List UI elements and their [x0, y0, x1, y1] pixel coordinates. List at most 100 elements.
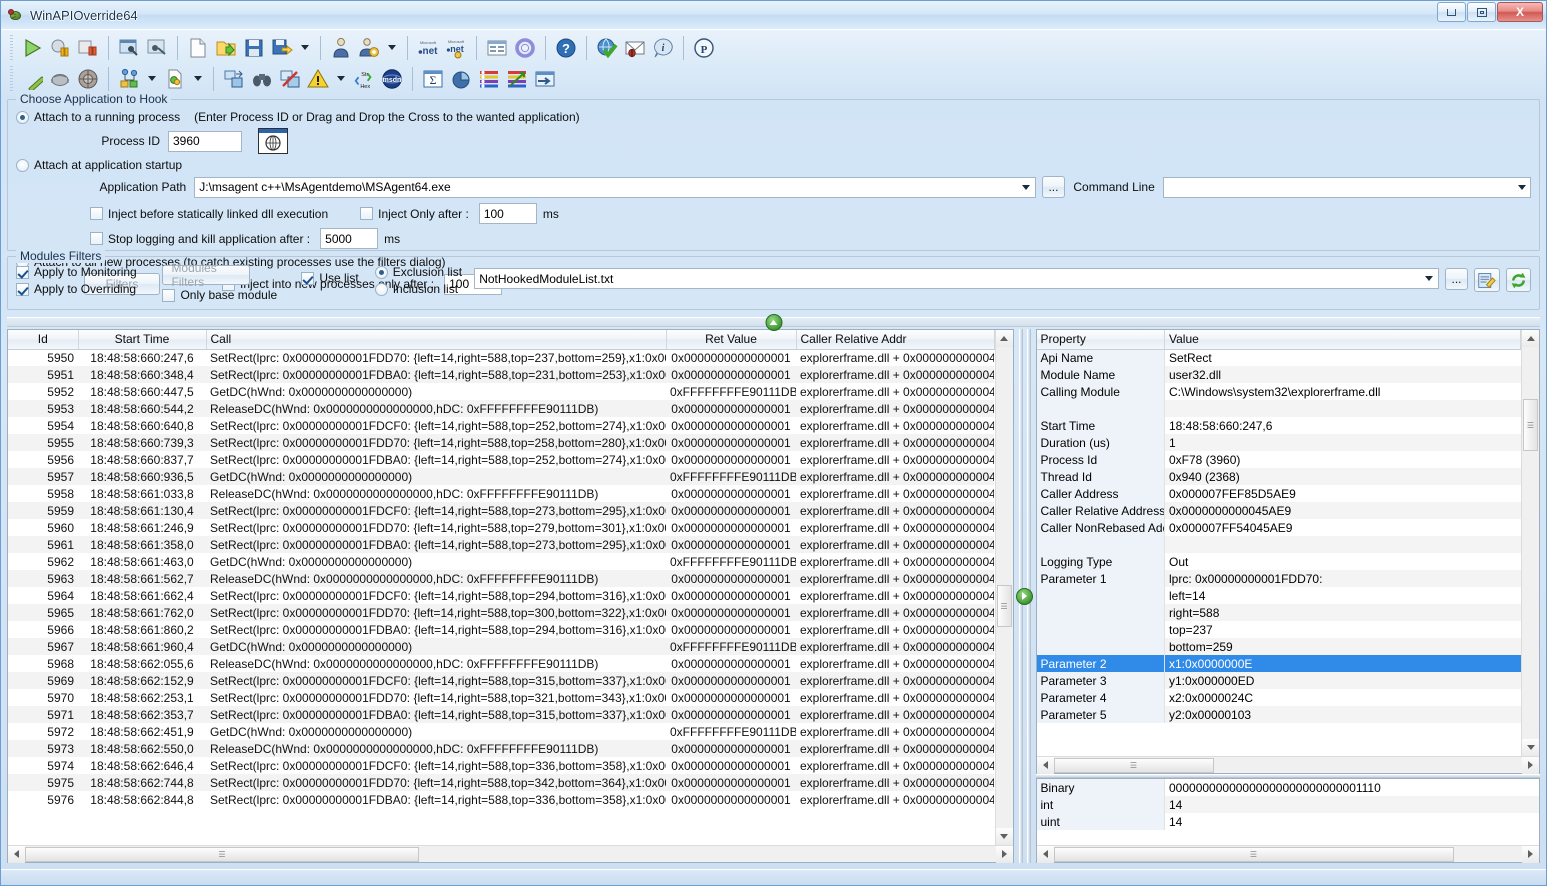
warning-icon[interactable] [304, 65, 332, 93]
property-row[interactable]: left=14 [1037, 587, 1521, 604]
help-icon[interactable]: ? [552, 34, 580, 62]
application-path-dropdown-icon[interactable] [1018, 178, 1035, 197]
property-row[interactable]: Parameter 3y1:0x000000ED [1037, 672, 1521, 689]
command-line-dropdown-icon[interactable] [1513, 178, 1530, 197]
exclusion-list-radio[interactable] [375, 266, 388, 279]
scroll-thumb-horizontal[interactable]: ☰ [25, 847, 419, 862]
chip-icon[interactable] [46, 65, 74, 93]
module-list-dropdown-icon[interactable] [1421, 269, 1438, 288]
table-row[interactable]: 597418:48:58:662:646,4SetRect(lprc: 0x00… [8, 757, 994, 774]
column-header-start-time[interactable]: Start Time [78, 330, 206, 349]
table-row[interactable]: 595318:48:58:660:544,2ReleaseDC(hWnd: 0x… [8, 400, 994, 417]
value-decode-horizontal-scrollbar[interactable]: ☰ [1037, 845, 1540, 862]
column-header-ret-value[interactable]: Ret Value [666, 330, 796, 349]
minimize-button[interactable] [1437, 2, 1466, 22]
table-row[interactable]: 597318:48:58:662:550,0ReleaseDC(hWnd: 0x… [8, 740, 994, 757]
sort-rows-icon[interactable] [503, 65, 531, 93]
property-row[interactable]: Parameter 5y2:0x00000103 [1037, 706, 1521, 723]
script-file-icon[interactable] [161, 65, 189, 93]
property-row[interactable]: Parameter 1lprc: 0x00000000001FDD70: [1037, 570, 1521, 587]
monitor-pause-icon[interactable] [46, 34, 74, 62]
save-icon[interactable] [240, 34, 268, 62]
only-base-module-checkbox[interactable] [162, 289, 175, 302]
property-scroll-track-horizontal[interactable]: ☰ [1054, 757, 1523, 774]
module-list-file-combo[interactable]: NotHookedModuleList.txt [474, 268, 1439, 289]
apply-overriding-checkbox[interactable] [16, 283, 29, 296]
unhook-api-icon[interactable] [143, 34, 171, 62]
property-row[interactable]: Api NameSetRect [1037, 349, 1521, 366]
table-row[interactable]: 596518:48:58:661:762,0SetRect(lprc: 0x00… [8, 604, 994, 621]
toolbar-grip[interactable] [8, 66, 15, 92]
scroll-left-button[interactable] [8, 846, 25, 863]
process-tree-icon[interactable] [115, 65, 143, 93]
table-row[interactable]: 595418:48:58:660:640,8SetRect(lprc: 0x00… [8, 417, 994, 434]
property-scroll-right-button[interactable] [1522, 757, 1539, 774]
scroll-down-button[interactable] [996, 828, 1013, 845]
collapse-settings-button[interactable] [765, 314, 782, 331]
new-file-icon[interactable] [184, 34, 212, 62]
process-id-input[interactable]: 3960 [168, 131, 242, 152]
property-scroll-thumb-horizontal[interactable]: ☰ [1054, 758, 1214, 773]
table-row[interactable]: 596318:48:58:661:562,7ReleaseDC(hWnd: 0x… [8, 570, 994, 587]
crosshair-target-icon[interactable] [258, 128, 288, 154]
column-header-property[interactable]: Property [1037, 330, 1165, 349]
table-row[interactable]: 596918:48:58:662:152,9SetRect(lprc: 0x00… [8, 672, 994, 689]
inclusion-list-radio[interactable] [375, 283, 388, 296]
table-row[interactable]: 597518:48:58:662:744,8SetRect(lprc: 0x00… [8, 774, 994, 791]
scroll-thumb-vertical[interactable]: ☰ [997, 585, 1012, 627]
run-icon[interactable] [18, 34, 46, 62]
table-row[interactable]: 596818:48:58:662:055,6ReleaseDC(hWnd: 0x… [8, 655, 994, 672]
value-decode-row[interactable]: Binary00000000000000000000000000001110 [1037, 779, 1540, 796]
toolbar-grip[interactable] [8, 35, 15, 61]
stop-monitor-icon[interactable] [74, 34, 102, 62]
diff-icon[interactable] [276, 65, 304, 93]
collapse-details-button[interactable] [1016, 588, 1033, 605]
warning-dropdown-icon[interactable] [332, 65, 350, 93]
stop-logging-checkbox[interactable] [90, 232, 103, 245]
table-row[interactable]: 595918:48:58:661:130,4SetRect(lprc: 0x00… [8, 502, 994, 519]
property-scroll-thumb[interactable]: ☰ [1523, 399, 1538, 451]
process-tree-dropdown-icon[interactable] [143, 65, 161, 93]
property-row[interactable]: Duration (us)1 [1037, 434, 1521, 451]
dotnet-config-icon[interactable]: Microsoftnet [442, 34, 470, 62]
property-scroll-down-button[interactable] [1522, 739, 1539, 756]
info-icon[interactable]: i [649, 34, 677, 62]
str-hex-icon[interactable]: StrHex [350, 65, 378, 93]
property-scroll-area[interactable]: Property Value Api NameSetRectModule Nam… [1037, 330, 1522, 756]
maximize-button[interactable] [1467, 2, 1496, 22]
user-dropdown-icon[interactable] [383, 34, 401, 62]
property-row[interactable]: Start Time18:48:58:660:247,6 [1037, 417, 1521, 434]
msdn-icon[interactable]: msdn [378, 65, 406, 93]
open-folder-icon[interactable] [212, 34, 240, 62]
table-row[interactable]: 596618:48:58:661:860,2SetRect(lprc: 0x00… [8, 621, 994, 638]
memory-stick-icon[interactable] [18, 65, 46, 93]
property-vertical-scrollbar[interactable]: ☰ [1521, 330, 1539, 756]
user-settings-icon[interactable] [355, 34, 383, 62]
table-row[interactable]: 595818:48:58:661:033,8ReleaseDC(hWnd: 0x… [8, 485, 994, 502]
table-row[interactable]: 597618:48:58:662:844,8SetRect(lprc: 0x00… [8, 791, 994, 808]
property-row-selected[interactable]: Parameter 2x1:0x0000000E [1037, 655, 1521, 672]
value-scroll-thumb-horizontal[interactable]: ☰ [1054, 847, 1454, 862]
list-view-icon[interactable] [483, 34, 511, 62]
target-icon[interactable] [74, 65, 102, 93]
property-row[interactable]: Process Id0xF78 (3960) [1037, 451, 1521, 468]
inject-only-after-input[interactable]: 100 [479, 203, 537, 224]
save-as-icon[interactable] [268, 34, 296, 62]
table-row[interactable]: 597218:48:58:662:451,9GetDC(hWnd: 0x0000… [8, 723, 994, 740]
scroll-up-button[interactable] [996, 330, 1013, 347]
column-header-call[interactable]: Call [206, 330, 666, 349]
table-row[interactable]: 596018:48:58:661:246,9SetRect(lprc: 0x00… [8, 519, 994, 536]
column-header-caller-relative-addr[interactable]: Caller Relative Addr [796, 330, 994, 349]
property-row[interactable]: Module Nameuser32.dll [1037, 366, 1521, 383]
script-dropdown-icon[interactable] [189, 65, 207, 93]
property-row[interactable] [1037, 400, 1521, 417]
module-list-browse-button[interactable]: ... [1445, 268, 1468, 290]
mail-bug-icon[interactable] [621, 34, 649, 62]
property-row[interactable]: Thread Id0x940 (2368) [1037, 468, 1521, 485]
sum-icon[interactable]: Σ [419, 65, 447, 93]
application-path-combo[interactable]: J:\msagent c++\MsAgentdemo\MSAgent64.exe [194, 177, 1035, 198]
api-log-vertical-scrollbar[interactable]: ☰ [995, 330, 1013, 845]
table-row[interactable]: 597018:48:58:662:253,1SetRect(lprc: 0x00… [8, 689, 994, 706]
table-row[interactable]: 596718:48:58:661:960,4GetDC(hWnd: 0x0000… [8, 638, 994, 655]
property-row[interactable]: right=588 [1037, 604, 1521, 621]
